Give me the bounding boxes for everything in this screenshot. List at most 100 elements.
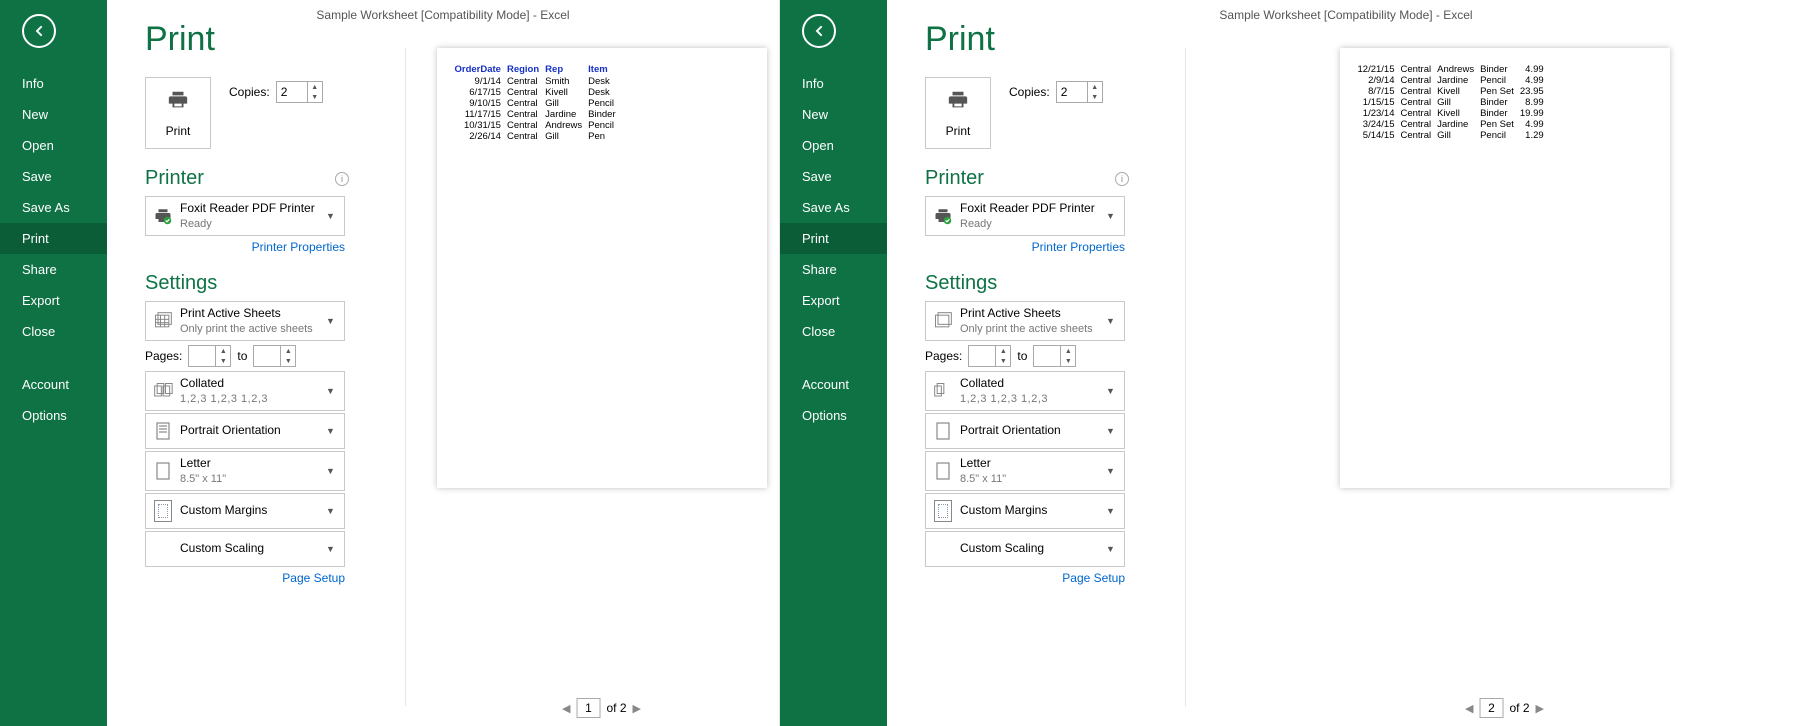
printer-section-heading: Printer [925,167,984,190]
chevron-down-icon: ▼ [326,506,344,516]
page-total: of 2 [606,701,626,715]
sidebar-item-export[interactable]: Export [780,285,887,316]
sidebar-item-save-as[interactable]: Save As [0,192,107,223]
scaling-dropdown[interactable]: Custom Scaling ▼ [925,531,1125,567]
sidebar-item-print[interactable]: Print [0,223,107,254]
page-title: Print [925,20,1167,59]
sidebar-item-share[interactable]: Share [0,254,107,285]
copies-spinner[interactable]: ▲ ▼ [276,81,323,103]
chevron-down-icon: ▼ [1106,316,1124,326]
spin-up-icon[interactable]: ▲ [281,346,295,356]
prev-page-icon[interactable]: ◀ [1465,702,1473,715]
sidebar-item-account[interactable]: Account [0,369,107,400]
prev-page-icon[interactable]: ◀ [562,702,570,715]
collated-dropdown[interactable]: Collated 1,2,3 1,2,3 1,2,3 ▼ [925,371,1125,411]
sidebar-item-open[interactable]: Open [780,130,887,161]
next-page-icon[interactable]: ▶ [633,702,641,715]
chevron-down-icon: ▼ [1106,544,1124,554]
print-button[interactable]: Print [145,77,211,149]
paper-sub: 8.5" x 11" [960,472,1106,486]
page-setup-link[interactable]: Page Setup [145,571,345,585]
pages-to-input[interactable] [1034,347,1060,365]
sidebar-item-save[interactable]: Save [0,161,107,192]
copies-input[interactable] [277,83,307,101]
sidebar-item-save[interactable]: Save [780,161,887,192]
collated-dropdown[interactable]: Collated 1,2,3 1,2,3 1,2,3 ▼ [145,371,345,411]
info-icon[interactable]: i [1115,172,1129,186]
sidebar-item-close[interactable]: Close [780,316,887,347]
printer-properties-link[interactable]: Printer Properties [925,240,1125,254]
spin-down-icon[interactable]: ▼ [996,356,1010,366]
print-what-dropdown[interactable]: Print Active Sheets Only print the activ… [925,301,1125,341]
page-setup-link[interactable]: Page Setup [925,571,1125,585]
print-button[interactable]: Print [925,77,991,149]
spin-down-icon[interactable]: ▼ [216,356,230,366]
printer-properties-link[interactable]: Printer Properties [145,240,345,254]
sidebar-item-share[interactable]: Share [780,254,887,285]
paper-title: Letter [960,456,1106,472]
printer-icon [165,89,191,118]
print-what-title: Print Active Sheets [960,306,1106,322]
pages-label: Pages: [925,349,962,363]
copies-spinner[interactable]: ▲▼ [1056,81,1103,103]
paper-dropdown[interactable]: Letter 8.5" x 11" ▼ [145,451,345,491]
copies-label: Copies: [229,85,270,99]
page-title: Print [145,20,387,59]
orientation-dropdown[interactable]: Portrait Orientation ▼ [925,413,1125,449]
info-icon[interactable]: i [335,172,349,186]
backstage-sidebar: Info New Open Save Save As Print Share E… [0,0,107,726]
pages-to-spinner[interactable]: ▲▼ [1033,345,1076,367]
chevron-down-icon: ▼ [1106,211,1124,221]
sidebar-item-export[interactable]: Export [0,285,107,316]
paper-dropdown[interactable]: Letter 8.5" x 11" ▼ [925,451,1125,491]
spin-down-icon[interactable]: ▼ [281,356,295,366]
orientation-dropdown[interactable]: Portrait Orientation ▼ [145,413,345,449]
scaling-dropdown[interactable]: Custom Scaling ▼ [145,531,345,567]
sidebar-item-info[interactable]: Info [0,68,107,99]
printer-dropdown[interactable]: Foxit Reader PDF Printer Ready ▼ [925,196,1125,236]
back-button[interactable] [802,14,836,48]
chevron-down-icon: ▼ [1106,386,1124,396]
preview-table: 12/21/15CentralAndrewsBinder4.992/9/14Ce… [1358,64,1550,141]
divider [1185,48,1186,706]
next-page-icon[interactable]: ▶ [1536,702,1544,715]
sidebar-item-close[interactable]: Close [0,316,107,347]
sidebar-item-options[interactable]: Options [780,400,887,431]
spin-up-icon[interactable]: ▲ [1061,346,1075,356]
spin-down-icon[interactable]: ▼ [1061,356,1075,366]
printer-dropdown[interactable]: Foxit Reader PDF Printer Ready ▼ [145,196,345,236]
pages-from-input[interactable] [969,347,995,365]
pages-to-label: to [1017,349,1027,363]
page-number-input[interactable] [1479,698,1503,718]
spin-up-icon[interactable]: ▲ [996,346,1010,356]
chevron-down-icon: ▼ [326,316,344,326]
printer-name: Foxit Reader PDF Printer [960,201,1106,217]
spin-down-icon[interactable]: ▼ [308,92,322,102]
pages-from-spinner[interactable]: ▲▼ [188,345,231,367]
margins-label: Custom Margins [960,503,1106,519]
spin-up-icon[interactable]: ▲ [308,82,322,92]
sidebar-item-new[interactable]: New [0,99,107,130]
pages-to-input[interactable] [254,347,280,365]
sidebar-item-open[interactable]: Open [0,130,107,161]
sidebar-item-new[interactable]: New [780,99,887,130]
sidebar-item-account[interactable]: Account [780,369,887,400]
pages-to-spinner[interactable]: ▲▼ [253,345,296,367]
margins-dropdown[interactable]: Custom Margins ▼ [145,493,345,529]
print-what-dropdown[interactable]: Print Active Sheets Only print the activ… [145,301,345,341]
back-button[interactable] [22,14,56,48]
copies-input[interactable] [1057,83,1087,101]
spin-up-icon[interactable]: ▲ [216,346,230,356]
pages-from-spinner[interactable]: ▲▼ [968,345,1011,367]
pages-from-input[interactable] [189,347,215,365]
sidebar-item-options[interactable]: Options [0,400,107,431]
page-number-input[interactable] [576,698,600,718]
margins-icon [926,500,960,522]
sidebar-item-print[interactable]: Print [780,223,887,254]
spin-down-icon[interactable]: ▼ [1088,92,1102,102]
spin-up-icon[interactable]: ▲ [1088,82,1102,92]
page-total: of 2 [1509,701,1529,715]
sidebar-item-save-as[interactable]: Save As [780,192,887,223]
sidebar-item-info[interactable]: Info [780,68,887,99]
margins-dropdown[interactable]: Custom Margins ▼ [925,493,1125,529]
